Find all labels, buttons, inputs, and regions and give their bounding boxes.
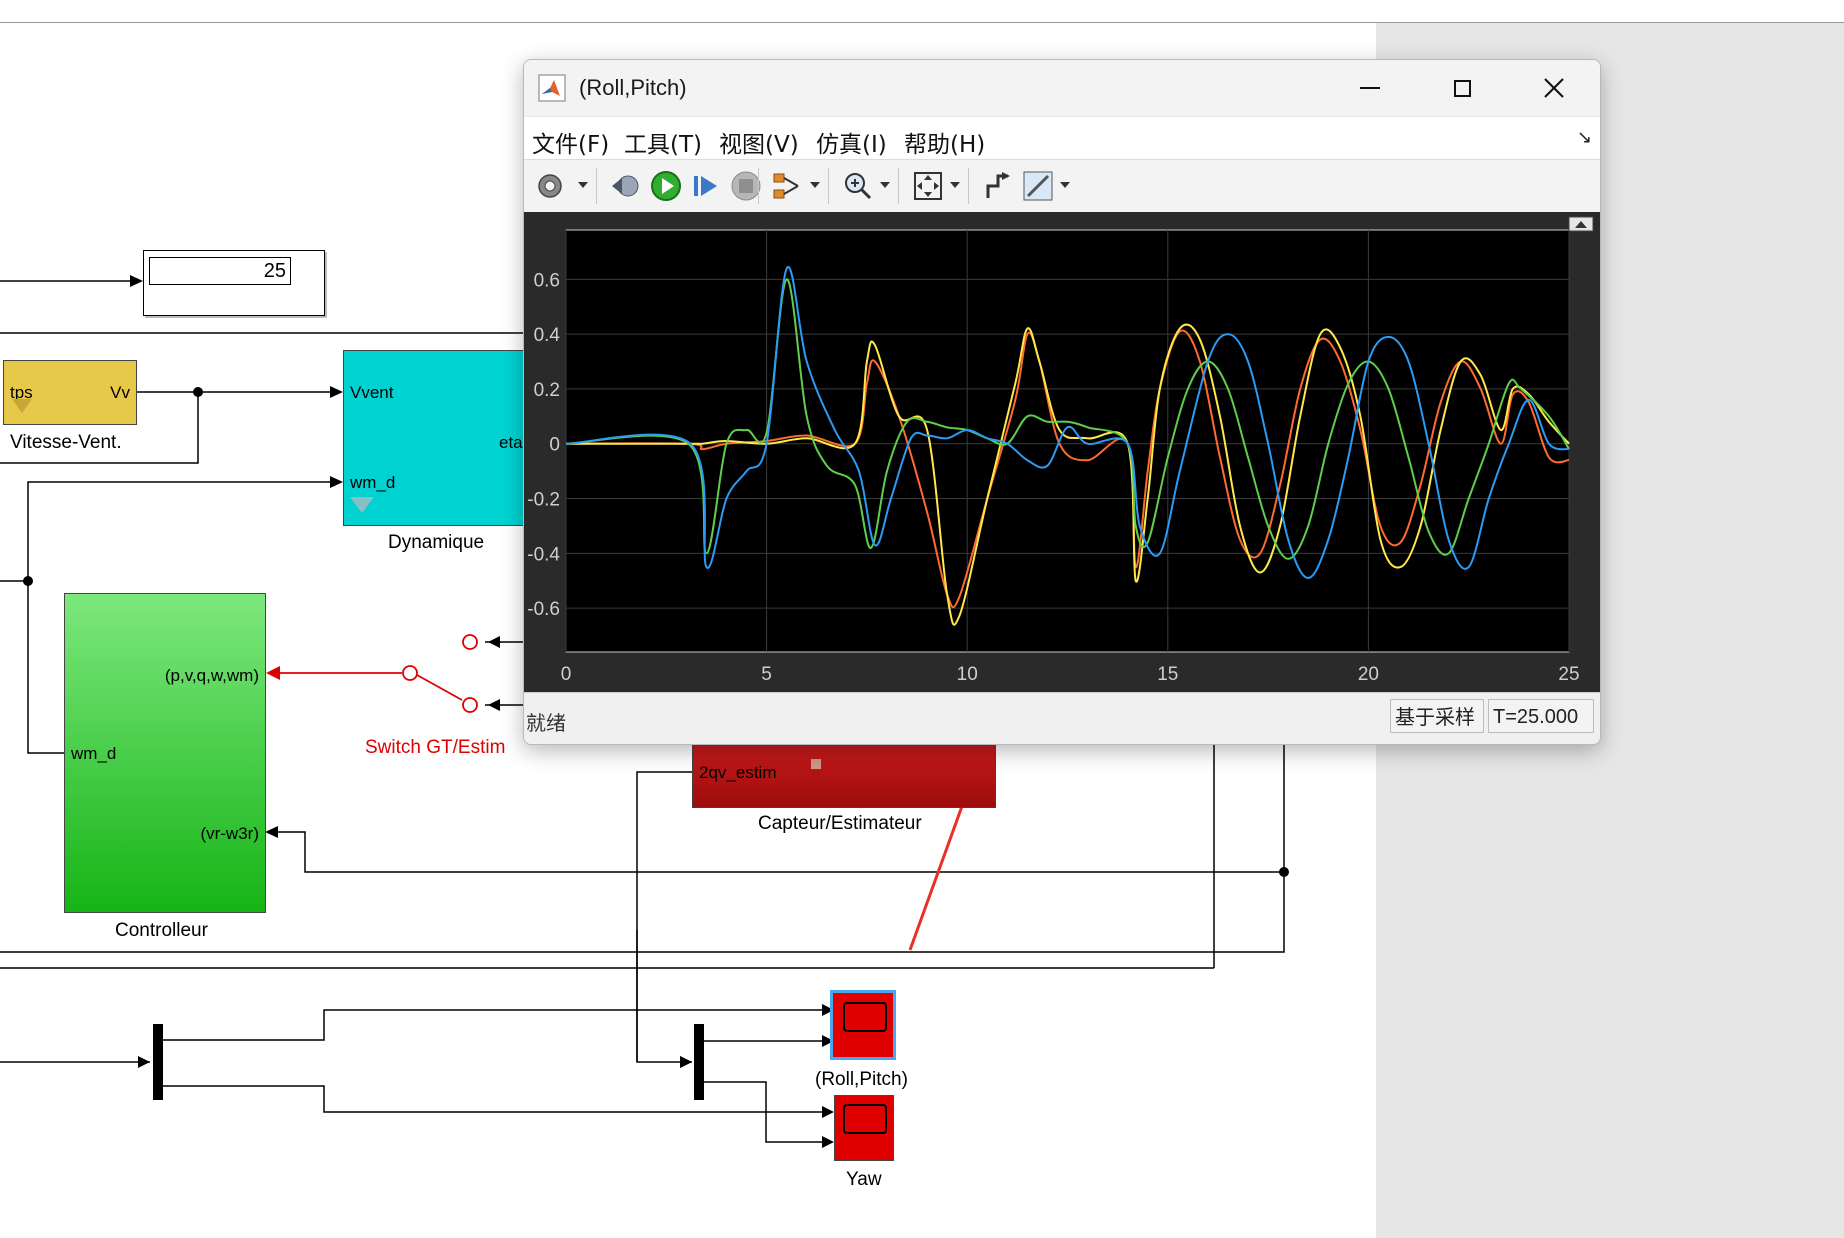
step-back-icon[interactable] <box>608 168 644 204</box>
controlleur-block[interactable]: (p,v,q,w,wm) wm_d (vr-w3r) <box>64 593 266 913</box>
y-tick-label: -0.4 <box>527 544 560 565</box>
mux-bar[interactable] <box>153 1024 163 1100</box>
scope-window[interactable]: (Roll,Pitch) 文件(F) 工具(T) 视图(V) 仿真(I) 帮助(… <box>523 59 1601 745</box>
eta-port: eta <box>499 433 523 452</box>
x-tick-label: 10 <box>957 664 978 685</box>
scope-yaw-label: Yaw <box>846 1169 882 1190</box>
x-tick-label: 5 <box>761 664 772 685</box>
x-tick-label: 25 <box>1558 664 1579 685</box>
settings-icon[interactable] <box>532 168 568 204</box>
roll-pitch-chart[interactable]: 0.6 0.4 0.2 0 -0.2 -0.4 -0.6 0 5 10 15 20 25 <box>524 212 1600 692</box>
x-ticks: 0 5 10 15 20 25 <box>561 664 1580 685</box>
y-tick-label: -0.6 <box>527 599 560 620</box>
capteur-label: Capteur/Estimateur <box>758 813 922 834</box>
status-text: 就绪 <box>526 711 566 735</box>
signal-select-icon[interactable] <box>770 168 806 204</box>
close-button[interactable] <box>1508 60 1600 116</box>
menu-tools[interactable]: 工具(T) <box>624 125 702 159</box>
y-tick-label: 0.2 <box>534 380 560 401</box>
dynamique-block[interactable]: Vvent wm_d eta <box>343 350 535 526</box>
wm-d-port: wm_d <box>71 744 117 763</box>
chevron-down-icon[interactable] <box>578 182 588 188</box>
autoscale-icon[interactable] <box>910 168 946 204</box>
vitesse-vent-block[interactable]: tps Vv <box>3 360 137 425</box>
menu-view[interactable]: 视图(V) <box>719 125 799 159</box>
scope-icon <box>843 1002 887 1032</box>
y-tick-label: 0.6 <box>534 270 560 291</box>
display-block[interactable]: 25 <box>143 250 325 316</box>
down-arrow-icon <box>12 399 32 413</box>
step-forward-icon[interactable] <box>688 168 724 204</box>
down-arrow-icon <box>350 497 374 513</box>
scope-roll-pitch-label: (Roll,Pitch) <box>815 1069 908 1090</box>
scope-yaw-block[interactable] <box>834 1095 894 1161</box>
vitesse-vent-label: Vitesse-Vent. <box>10 432 122 453</box>
x-tick-label: 20 <box>1358 664 1379 685</box>
x-tick-label: 0 <box>561 664 572 685</box>
undock-icon[interactable]: ↘ <box>1577 127 1592 148</box>
close-icon <box>1544 78 1564 98</box>
scope-roll-pitch-block[interactable] <box>830 990 896 1060</box>
menu-help[interactable]: 帮助(H) <box>904 125 985 159</box>
dynamique-label: Dynamique <box>388 532 485 553</box>
chevron-down-icon[interactable] <box>1060 182 1070 188</box>
run-icon[interactable] <box>648 168 684 204</box>
y-tick-label: 0.4 <box>534 325 561 346</box>
maximize-icon <box>1453 79 1471 97</box>
status-bar: 就绪 基于采样 T=25.000 <box>524 692 1600 744</box>
scope-icon <box>843 1104 887 1134</box>
pvqwwm-port: (p,v,q,w,wm) <box>164 666 259 685</box>
vv-port: Vv <box>110 383 130 402</box>
x-tick-label: 15 <box>1157 664 1178 685</box>
minimize-icon <box>1360 87 1380 89</box>
chevron-down-icon[interactable] <box>880 182 890 188</box>
vr-w3r-port: (vr-w3r) <box>200 824 259 843</box>
maximize-button[interactable] <box>1416 60 1508 116</box>
menu-bar: 文件(F) 工具(T) 视图(V) 仿真(I) 帮助(H) ↘ <box>524 116 1600 160</box>
title-bar[interactable]: (Roll,Pitch) <box>524 60 1600 116</box>
2qv-estim-port: 2qv_estim <box>699 763 777 782</box>
plot-area[interactable]: 0.6 0.4 0.2 0 -0.2 -0.4 -0.6 0 5 10 15 20 25 <box>524 212 1600 692</box>
wm-d-port: wm_d <box>350 473 396 492</box>
menu-file[interactable]: 文件(F) <box>532 125 609 159</box>
display-value: 25 <box>149 257 291 285</box>
chevron-down-icon[interactable] <box>950 182 960 188</box>
time-readout: T=25.000 <box>1488 699 1594 733</box>
vvent-port: Vvent <box>350 383 394 402</box>
y-ticks: 0.6 0.4 0.2 0 -0.2 -0.4 -0.6 <box>527 270 560 620</box>
switch-label: Switch GT/Estim <box>365 737 506 758</box>
measure-icon[interactable] <box>1020 168 1056 204</box>
y-tick-label: 0 <box>549 435 560 456</box>
controlleur-label: Controlleur <box>115 920 208 941</box>
stop-icon <box>811 759 821 769</box>
mux-bar[interactable] <box>694 1024 704 1100</box>
minimize-button[interactable] <box>1324 60 1416 116</box>
menu-simulation[interactable]: 仿真(I) <box>816 125 887 159</box>
sample-mode: 基于采样 <box>1390 699 1484 733</box>
restore-icon[interactable] <box>980 168 1016 204</box>
zoom-icon[interactable] <box>840 168 876 204</box>
toolbar <box>524 159 1600 213</box>
window-title: (Roll,Pitch) <box>579 75 687 100</box>
y-tick-label: -0.2 <box>527 490 560 511</box>
chevron-down-icon[interactable] <box>810 182 820 188</box>
matlab-icon <box>538 74 566 102</box>
